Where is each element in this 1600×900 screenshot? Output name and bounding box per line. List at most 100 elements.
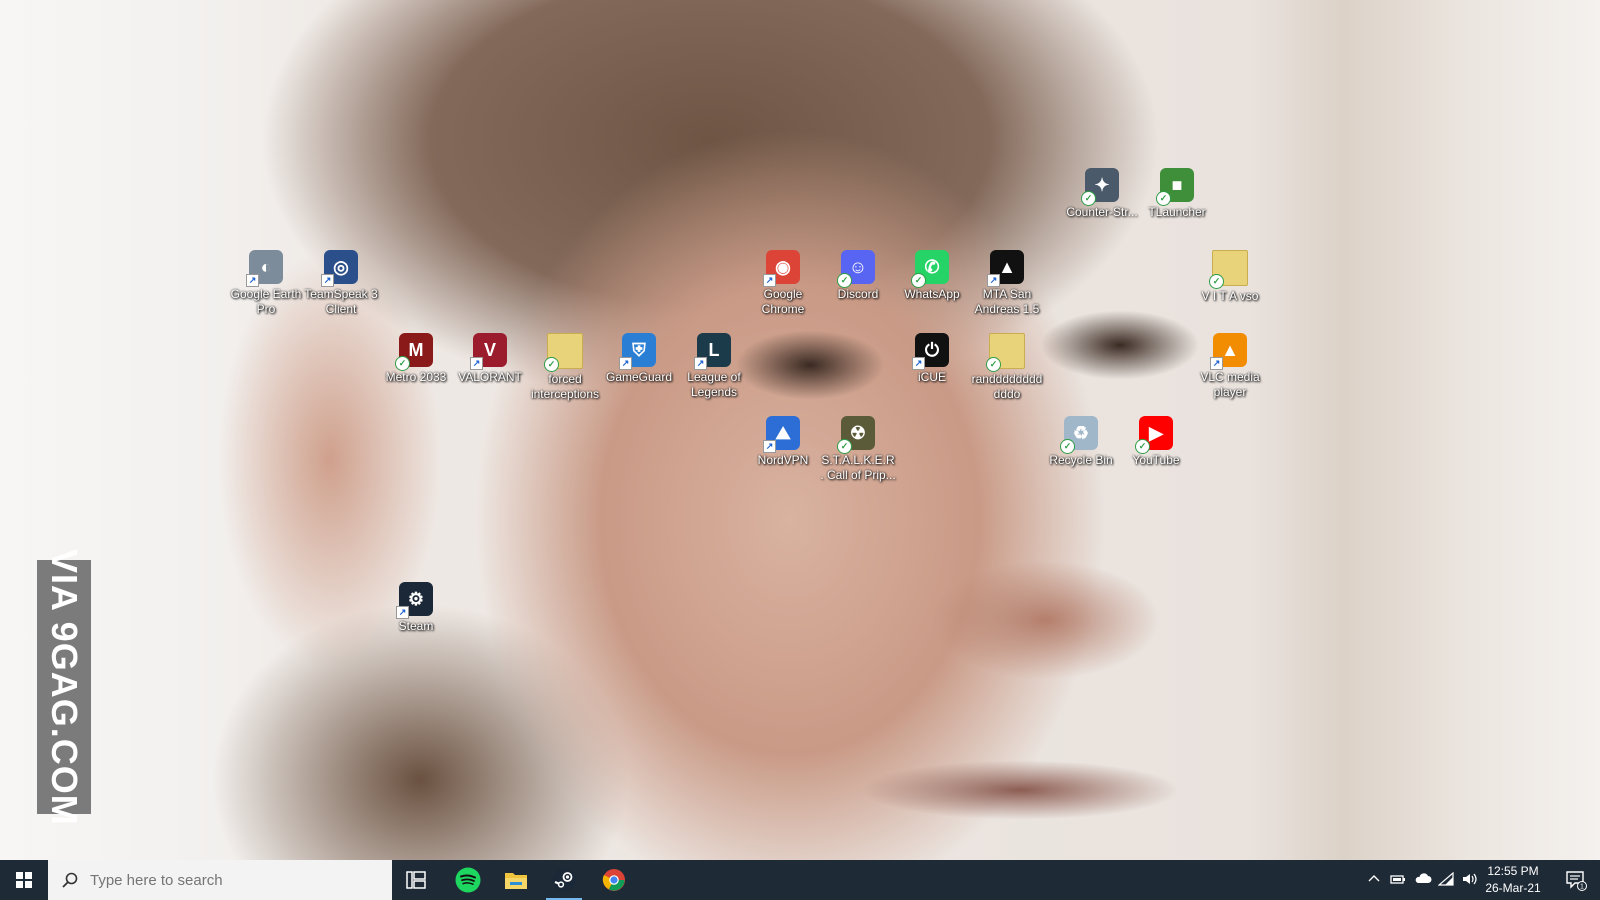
league-icon: L ↗ bbox=[694, 333, 731, 370]
stalker-icon: ☢ ✓ bbox=[837, 416, 875, 454]
taskbar-clock[interactable]: 12:55 PM 26-Mar-21 bbox=[1478, 863, 1548, 897]
desktop-icon-teamspeak-3-client[interactable]: ◎ ↗ TeamSpeak 3 Client bbox=[303, 250, 379, 317]
clock-date: 26-Mar-21 bbox=[1485, 881, 1541, 895]
desktop-icon-v-i-t-a-vso[interactable]: ✓ V I T A vso bbox=[1192, 250, 1268, 304]
file-explorer-icon bbox=[505, 873, 527, 889]
whatsapp-icon: ✆ ✓ bbox=[911, 250, 949, 288]
wifi-icon[interactable] bbox=[1437, 871, 1454, 888]
clock-time: 12:55 PM bbox=[1487, 864, 1539, 878]
desktop-icon-forced-interceptions[interactable]: ✓ forced interceptions bbox=[527, 333, 603, 402]
desktop-icon-vlc-media-player[interactable]: ▲ ↗ VLC media player bbox=[1192, 333, 1268, 400]
taskbar-spotify[interactable] bbox=[444, 860, 492, 900]
valorant-icon: V ↗ bbox=[470, 333, 507, 370]
sync-check-icon: ✓ bbox=[1135, 439, 1150, 454]
shortcut-arrow-icon: ↗ bbox=[763, 440, 776, 453]
desktop[interactable]: VIA 9GAG.COM ✦ ✓ Counter-Str... ■ ✓ TLauncher… bbox=[0, 0, 1600, 860]
sync-check-icon: ✓ bbox=[544, 357, 559, 372]
desktop-icon-label: Discord bbox=[837, 287, 879, 301]
sync-check-icon: ✓ bbox=[1156, 191, 1171, 206]
desktop-icon-label: Counter-Str... bbox=[1066, 205, 1138, 219]
search-input[interactable] bbox=[88, 870, 372, 890]
desktop-icon-label: GameGuard bbox=[605, 370, 673, 384]
desktop-icon-tlauncher[interactable]: ■ ✓ TLauncher bbox=[1139, 168, 1215, 220]
sync-check-icon: ✓ bbox=[911, 273, 926, 288]
desktop-icon-label: Recycle Bin bbox=[1049, 453, 1113, 467]
start-button[interactable] bbox=[0, 860, 48, 900]
desktop-icon-nordvpn[interactable]: ⛰ ↗ NordVPN bbox=[745, 416, 821, 468]
desktop-icon-label: Steam bbox=[398, 619, 434, 633]
volume-icon[interactable] bbox=[1462, 872, 1478, 888]
icue-icon: ⏻ ↗ bbox=[912, 333, 949, 370]
taskbar: 12:55 PM 26-Mar-21 1 bbox=[0, 860, 1600, 900]
steam-icon: ⚙ ↗ bbox=[396, 582, 433, 619]
battery-icon[interactable] bbox=[1390, 872, 1406, 888]
youtube-icon: ▶ ✓ bbox=[1135, 416, 1173, 454]
desktop-icon-recycle-bin[interactable]: ♻ ✓ Recycle Bin bbox=[1043, 416, 1119, 468]
spotify-icon bbox=[455, 867, 481, 893]
desktop-icon-valorant[interactable]: V ↗ VALORANT bbox=[452, 333, 528, 385]
show-hidden-icons-chevron-icon[interactable] bbox=[1366, 872, 1382, 888]
desktop-icon-counter-str[interactable]: ✦ ✓ Counter-Str... bbox=[1064, 168, 1140, 220]
desktop-icon-whatsapp[interactable]: ✆ ✓ WhatsApp bbox=[894, 250, 970, 302]
desktop-icon-google-chrome[interactable]: ◉ ↗ Google Chrome bbox=[745, 250, 821, 317]
chrome-icon bbox=[602, 869, 625, 891]
desktop-icon-label: League of Legends bbox=[687, 370, 741, 399]
task-view-button[interactable] bbox=[392, 860, 440, 900]
desktop-icon-label: NordVPN bbox=[757, 453, 809, 467]
taskbar-file-explorer[interactable] bbox=[492, 860, 540, 900]
folder-icon: ✓ bbox=[544, 333, 583, 372]
sync-check-icon: ✓ bbox=[837, 273, 852, 288]
chrome-icon: ◉ ↗ bbox=[763, 250, 800, 287]
taskbar-search-box[interactable] bbox=[48, 860, 392, 900]
nordvpn-icon: ⛰ ↗ bbox=[763, 416, 800, 453]
desktop-icon-randddddddddddo[interactable]: ✓ randddddddddddo bbox=[969, 333, 1045, 402]
notification-icon: 1 bbox=[1566, 871, 1587, 891]
desktop-icon-label: YouTube bbox=[1132, 453, 1180, 467]
9gag-watermark: VIA 9GAG.COM bbox=[37, 549, 91, 825]
desktop-icon-label: V I T A vso bbox=[1201, 289, 1259, 303]
desktop-icon-steam[interactable]: ⚙ ↗ Steam bbox=[378, 582, 454, 634]
notification-count: 1 bbox=[1580, 884, 1584, 891]
shortcut-arrow-icon: ↗ bbox=[396, 606, 409, 619]
desktop-icon-label: MTA San Andreas 1.5 bbox=[974, 287, 1040, 316]
desktop-icon-label: iCUE bbox=[917, 370, 946, 384]
shortcut-arrow-icon: ↗ bbox=[470, 357, 483, 370]
task-view-icon bbox=[406, 871, 426, 889]
sync-check-icon: ✓ bbox=[395, 356, 410, 371]
desktop-icon-label: WhatsApp bbox=[904, 287, 960, 301]
sync-check-icon: ✓ bbox=[1209, 274, 1224, 289]
desktop-icon-label: randddddddddddo bbox=[971, 372, 1043, 401]
sync-check-icon: ✓ bbox=[1060, 439, 1075, 454]
windows-logo-icon bbox=[16, 872, 32, 888]
desktop-icon-icue[interactable]: ⏻ ↗ iCUE bbox=[894, 333, 970, 385]
teamspeak-icon: ◎ ↗ bbox=[321, 250, 358, 287]
desktop-icon-google-earth-pro[interactable]: ◐ ↗ Google Earth Pro bbox=[228, 250, 304, 317]
mta-icon: ▲ ↗ bbox=[987, 250, 1024, 287]
counter-strike-icon: ✦ ✓ bbox=[1081, 168, 1119, 206]
vlc-icon: ▲ ↗ bbox=[1210, 333, 1247, 370]
metro-icon: M ✓ bbox=[395, 333, 433, 371]
desktop-icon-label: TLauncher bbox=[1148, 205, 1206, 219]
desktop-icon-label: VALORANT bbox=[458, 370, 522, 384]
desktop-icon-mta-san-andreas-1-5[interactable]: ▲ ↗ MTA San Andreas 1.5 bbox=[969, 250, 1045, 317]
gameguard-icon: ⛨ ↗ bbox=[619, 333, 656, 370]
desktop-icon-label: Google Earth Pro bbox=[230, 287, 302, 316]
desktop-icon-league-of-legends[interactable]: L ↗ League of Legends bbox=[676, 333, 752, 400]
shortcut-arrow-icon: ↗ bbox=[1210, 357, 1223, 370]
desktop-icon-discord[interactable]: ☺ ✓ Discord bbox=[820, 250, 896, 302]
taskbar-chrome[interactable] bbox=[590, 860, 638, 900]
google-earth-icon: ◐ ↗ bbox=[246, 250, 283, 287]
sync-check-icon: ✓ bbox=[986, 357, 1001, 372]
shortcut-arrow-icon: ↗ bbox=[912, 357, 925, 370]
onedrive-cloud-icon[interactable] bbox=[1414, 872, 1432, 888]
steam-icon bbox=[552, 868, 576, 892]
taskbar-steam[interactable] bbox=[540, 860, 588, 900]
desktop-icon-label: forced interceptions bbox=[530, 372, 600, 401]
desktop-icon-s-t-a-l-k-e-r-call-of-prip[interactable]: ☢ ✓ S.T.A.L.K.E.R. Call of Prip... bbox=[820, 416, 896, 483]
sync-check-icon: ✓ bbox=[837, 439, 852, 454]
action-center-button[interactable]: 1 bbox=[1552, 860, 1600, 900]
desktop-icon-gameguard[interactable]: ⛨ ↗ GameGuard bbox=[601, 333, 677, 385]
search-icon bbox=[62, 872, 78, 888]
desktop-icon-metro-2033[interactable]: M ✓ Metro 2033 bbox=[378, 333, 454, 385]
desktop-icon-youtube[interactable]: ▶ ✓ YouTube bbox=[1118, 416, 1194, 468]
